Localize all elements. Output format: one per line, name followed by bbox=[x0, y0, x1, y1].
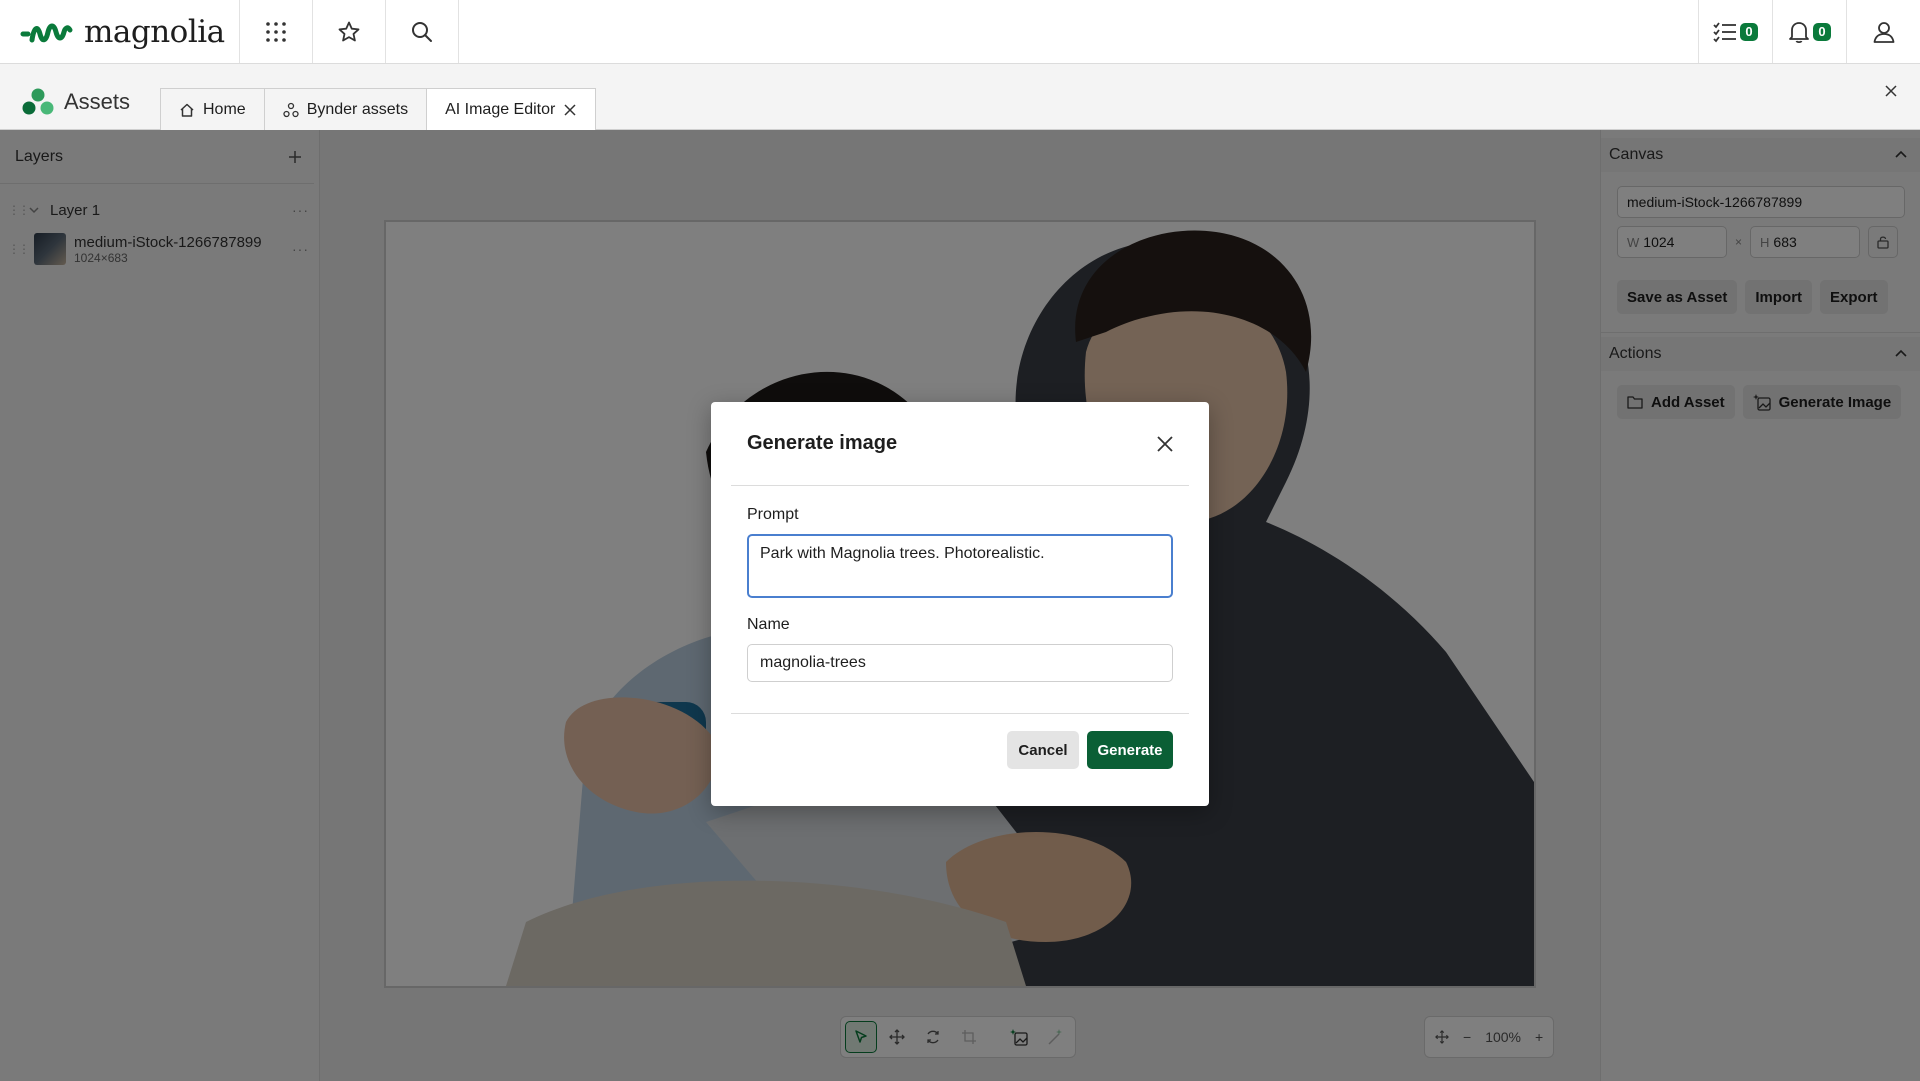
tab-bynder-assets-label: Bynder assets bbox=[306, 100, 409, 118]
assets-app-icon bbox=[22, 88, 54, 115]
dialog-footer-divider bbox=[731, 713, 1189, 714]
cancel-button[interactable]: Cancel bbox=[1007, 731, 1079, 769]
close-tab-icon[interactable] bbox=[563, 103, 577, 117]
app-name: Assets bbox=[64, 89, 131, 114]
search-icon bbox=[412, 21, 432, 42]
tab-ai-image-editor-label: AI Image Editor bbox=[445, 101, 556, 118]
grid-icon bbox=[266, 21, 286, 42]
bynder-icon bbox=[283, 102, 299, 117]
top-bar: magnolia 0 0 bbox=[0, 0, 1920, 64]
tab-bynder-assets[interactable]: Bynder assets bbox=[263, 88, 428, 130]
close-app-icon[interactable] bbox=[1884, 84, 1898, 98]
notifications-count-badge: 0 bbox=[1813, 22, 1831, 41]
tasks-count-badge: 0 bbox=[1740, 22, 1758, 41]
dialog-title: Generate image bbox=[747, 432, 898, 454]
tab-home[interactable]: Home bbox=[160, 88, 265, 130]
app-header: Assets Home Bynder assets AI Image Edito… bbox=[0, 64, 1920, 131]
name-label: Name bbox=[747, 616, 790, 633]
name-input[interactable]: magnolia-trees bbox=[747, 644, 1173, 682]
task-list-icon bbox=[1713, 21, 1737, 42]
close-icon[interactable] bbox=[1155, 434, 1175, 454]
user-menu-button[interactable] bbox=[1846, 0, 1920, 63]
generate-button[interactable]: Generate bbox=[1087, 731, 1173, 769]
tab-ai-image-editor[interactable]: AI Image Editor bbox=[426, 88, 597, 131]
generate-image-dialog: Generate image Prompt Park with Magnolia… bbox=[711, 402, 1209, 806]
app-tabs: Home Bynder assets AI Image Editor bbox=[160, 88, 597, 131]
favorites-button[interactable] bbox=[313, 0, 386, 63]
prompt-label: Prompt bbox=[747, 506, 799, 523]
search-button[interactable] bbox=[386, 0, 459, 63]
tab-home-label: Home bbox=[203, 100, 246, 118]
app-title: Assets bbox=[22, 88, 130, 116]
dialog-header: Generate image bbox=[731, 402, 1189, 486]
magnolia-logo-mark-icon bbox=[20, 23, 73, 42]
tasks-button[interactable]: 0 bbox=[1698, 0, 1772, 63]
notifications-button[interactable]: 0 bbox=[1772, 0, 1846, 63]
star-icon bbox=[338, 21, 360, 41]
logo-text: magnolia bbox=[84, 13, 225, 50]
prompt-textarea[interactable]: Park with Magnolia trees. Photorealistic… bbox=[747, 534, 1173, 598]
magnolia-logo[interactable]: magnolia bbox=[0, 0, 240, 63]
app-launcher-button[interactable] bbox=[240, 0, 313, 63]
user-icon bbox=[1873, 21, 1894, 43]
home-icon bbox=[180, 103, 194, 117]
bell-icon bbox=[1789, 21, 1810, 43]
